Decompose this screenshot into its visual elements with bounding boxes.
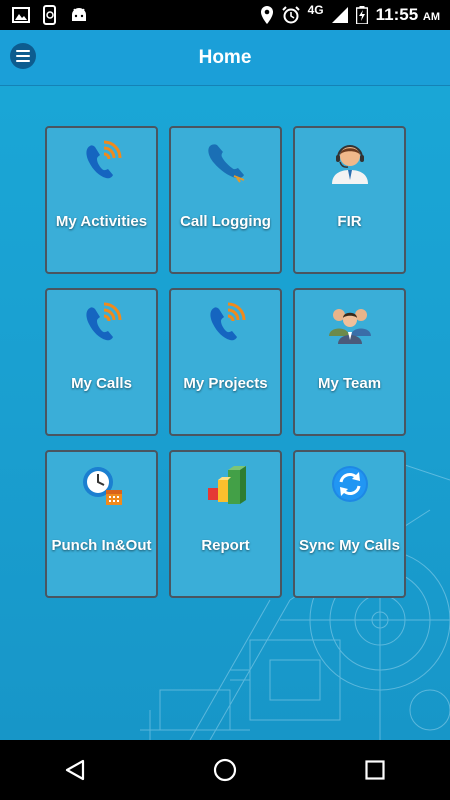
tile-my-calls[interactable]: My Calls — [45, 288, 158, 436]
tile-label: My Projects — [183, 375, 268, 392]
hamburger-icon — [16, 50, 30, 52]
android-notification-icon — [72, 8, 86, 21]
phone-signal-icon — [209, 302, 245, 341]
support-agent-icon — [331, 145, 368, 184]
back-button[interactable] — [45, 740, 105, 800]
tile-label: Report — [201, 537, 250, 554]
tile-my-activities[interactable]: My Activities — [45, 126, 158, 274]
tile-label: My Calls — [71, 375, 132, 392]
team-icon — [328, 309, 371, 344]
clock: 11:55 AM — [375, 5, 440, 24]
page-title: Home — [198, 46, 252, 68]
tile-my-team[interactable]: My Team — [293, 288, 406, 436]
phone-notification-icon — [43, 5, 56, 25]
sync-icon — [331, 466, 368, 502]
back-triangle-icon — [65, 759, 85, 781]
network-type: 4G — [307, 3, 324, 17]
menu-button[interactable] — [10, 43, 36, 69]
alarm-icon — [281, 6, 300, 24]
tile-label: Sync My Calls — [299, 537, 400, 554]
status-bar: 4G 11:55 AM — [0, 0, 450, 30]
tile-fir[interactable]: FIR — [293, 126, 406, 274]
recents-square-icon — [365, 760, 385, 780]
tile-label: My Team — [317, 375, 382, 392]
phone-signal-icon — [85, 140, 121, 179]
tile-sync-my-calls[interactable]: Sync My Calls — [293, 450, 406, 598]
system-nav-bar — [0, 740, 450, 800]
home-button[interactable] — [195, 740, 255, 800]
phone-handset-icon — [207, 144, 244, 183]
home-circle-icon — [213, 758, 237, 782]
battery-icon — [355, 6, 368, 24]
app-bar: Home — [0, 30, 450, 86]
tile-grid: My Activities Call Logging FIR My Calls … — [45, 126, 406, 598]
signal-icon — [331, 7, 348, 23]
dashboard: My Activities Call Logging FIR My Calls … — [0, 86, 450, 740]
tile-my-projects[interactable]: My Projects — [169, 288, 282, 436]
tile-label: Punch In&Out — [51, 537, 152, 554]
location-icon — [260, 6, 273, 24]
tile-report[interactable]: Report — [169, 450, 282, 598]
tile-label: FIR — [337, 213, 362, 230]
image-notification-icon — [12, 7, 30, 23]
tile-label: Call Logging — [180, 213, 271, 230]
bar-chart-icon — [207, 466, 246, 504]
recents-button[interactable] — [345, 740, 405, 800]
tile-call-logging[interactable]: Call Logging — [169, 126, 282, 274]
tile-punch-in-out[interactable]: Punch In&Out — [45, 450, 158, 598]
phone-signal-icon — [85, 302, 121, 341]
clock-calendar-icon — [82, 467, 122, 505]
tile-label: My Activities — [55, 213, 148, 230]
